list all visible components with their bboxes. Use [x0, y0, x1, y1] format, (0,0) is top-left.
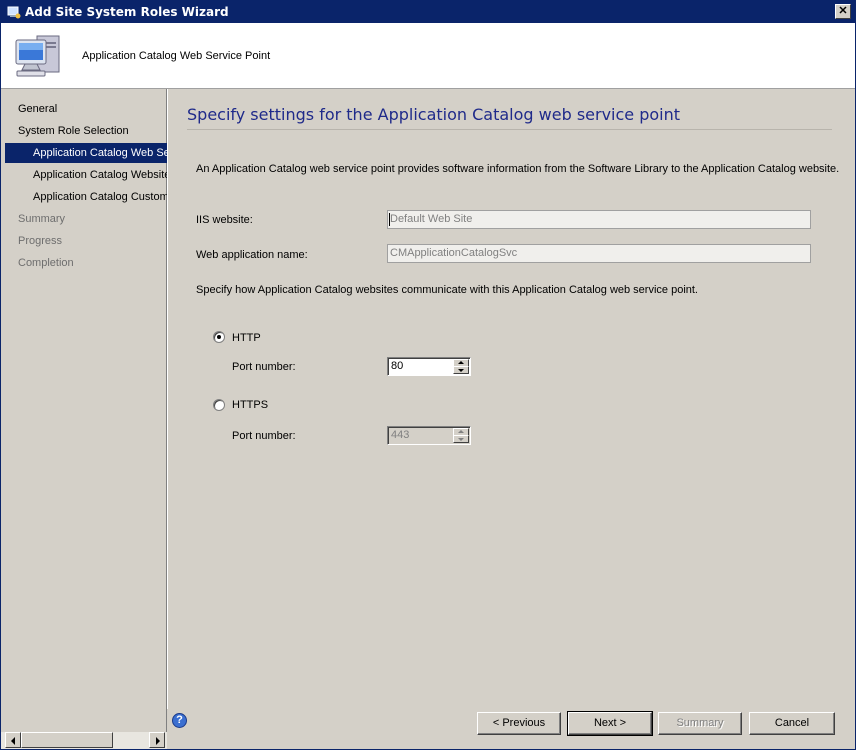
https-radio-label[interactable]: HTTPS	[232, 399, 268, 411]
title-bar: Add Site System Roles Wizard ✕	[1, 1, 855, 23]
nav-item-system-role-selection[interactable]: System Role Selection	[5, 121, 167, 141]
cancel-button[interactable]: Cancel	[749, 712, 835, 735]
web-app-name-field[interactable]: CMApplicationCatalogSvc	[387, 244, 811, 263]
help-icon[interactable]: ?	[172, 713, 187, 728]
iis-website-field[interactable]: Default Web Site	[387, 210, 811, 229]
summary-button: Summary	[658, 712, 742, 735]
nav-item-summary: Summary	[18, 213, 66, 225]
wizard-window: Add Site System Roles Wizard ✕ Applicati…	[0, 0, 856, 750]
https-port-down-icon	[453, 435, 469, 443]
wizard-header: Application Catalog Web Service Point	[1, 23, 855, 89]
nav-horizontal-scrollbar[interactable]	[1, 732, 167, 749]
nav-item-general[interactable]: General	[5, 99, 167, 119]
page-title: Specify settings for the Application Cat…	[187, 105, 681, 124]
next-button[interactable]: Next >	[567, 711, 653, 736]
wizard-app-icon	[7, 6, 21, 19]
title-divider	[187, 129, 832, 130]
close-button[interactable]: ✕	[835, 4, 851, 19]
https-port-value: 443	[391, 429, 410, 441]
nav-item-app-catalog-customizations[interactable]: Application Catalog Customizations	[5, 187, 167, 207]
header-title: Application Catalog Web Service Point	[82, 50, 271, 62]
http-port-arrows	[453, 359, 469, 374]
iis-website-label: IIS website:	[196, 214, 253, 226]
http-port-stepper[interactable]: 80	[387, 357, 471, 376]
https-port-label: Port number:	[232, 430, 296, 442]
nav-item-app-catalog-website[interactable]: Application Catalog Website	[5, 165, 167, 185]
http-radio[interactable]	[213, 331, 225, 343]
nav-item-app-catalog-web-service[interactable]: Application Catalog Web Service Point	[5, 143, 167, 163]
window-title: Add Site System Roles Wizard	[25, 5, 229, 19]
nav-item-completion: Completion	[18, 257, 74, 269]
https-port-arrows	[453, 428, 469, 443]
https-radio[interactable]	[213, 399, 225, 411]
wizard-nav: General System Role Selection Applicatio…	[5, 89, 167, 732]
previous-button[interactable]: < Previous	[477, 712, 561, 735]
nav-item-progress: Progress	[18, 235, 63, 247]
computer-icon	[15, 35, 60, 77]
content-panel: Specify settings for the Application Cat…	[167, 89, 855, 709]
http-port-value[interactable]: 80	[391, 360, 403, 372]
scroll-right-icon[interactable]	[149, 732, 165, 748]
http-radio-label[interactable]: HTTP	[232, 332, 261, 344]
web-app-name-label: Web application name:	[196, 249, 308, 261]
http-port-label: Port number:	[232, 361, 296, 373]
wizard-footer: ? < Previous Next > Summary Cancel	[167, 709, 855, 749]
https-port-stepper: 443	[387, 426, 471, 445]
page-description: An Application Catalog web service point…	[196, 163, 840, 175]
protocol-instruction: Specify how Application Catalog websites…	[196, 284, 698, 296]
http-port-down-icon[interactable]	[453, 366, 469, 374]
scroll-thumb[interactable]	[21, 732, 113, 748]
scroll-left-icon[interactable]	[5, 732, 21, 748]
